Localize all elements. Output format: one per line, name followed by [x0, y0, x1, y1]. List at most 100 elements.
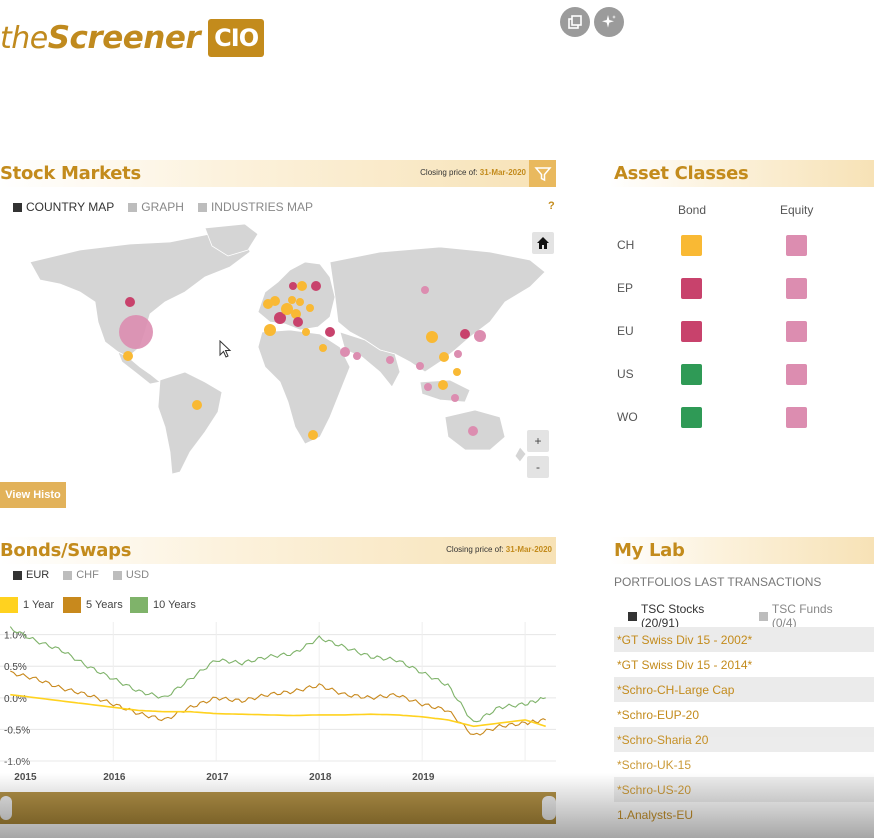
legend-10-years[interactable]: 10 Years [130, 597, 196, 613]
asset-cell-ch-bond[interactable] [681, 235, 702, 256]
legend-swatch [63, 597, 81, 613]
bonds-swaps-title: Bonds/Swaps [0, 540, 132, 561]
closing-label: Closing price of: [420, 168, 478, 177]
filter-button[interactable] [529, 160, 556, 187]
y-tick-label: 0.5% [4, 662, 27, 673]
lab-portfolio-item[interactable]: *Schro-US-20 [614, 777, 874, 802]
stock-markets-header: Stock Markets Closing price of: 31-Mar-2… [0, 160, 556, 187]
lab-item-label: 1.Analysts-EU [617, 807, 694, 822]
tab-marker [63, 570, 73, 580]
map-tabs: COUNTRY MAP GRAPH INDUSTRIES MAP [13, 200, 327, 214]
help-icon[interactable]: ? [548, 200, 555, 212]
asset-row-label: WO [617, 410, 638, 424]
tab-country-map[interactable]: COUNTRY MAP [13, 200, 114, 214]
bonds-swaps-header: Bonds/Swaps Closing price of: 31-Mar-202… [0, 537, 556, 564]
my-lab-header: My Lab [610, 537, 874, 564]
tab-label: GRAPH [141, 200, 184, 214]
lab-portfolio-item[interactable]: *GT Swiss Div 15 - 2002* [614, 627, 874, 652]
lab-portfolio-item[interactable]: *GT Swiss Div 15 - 2014* [614, 652, 874, 677]
tab-tsc-funds[interactable]: TSC Funds (0/4) [758, 602, 860, 630]
sparkle-icon[interactable] [594, 7, 624, 37]
logo-text-screener: Screener [47, 20, 201, 56]
lab-item-label: *GT Swiss Div 15 - 2014* [617, 657, 753, 672]
asset-classes-header: Asset Classes [610, 160, 874, 187]
currency-tabs: EUR CHF USD [13, 569, 163, 581]
view-histo-button[interactable]: View Histo [0, 482, 66, 508]
mouse-cursor-icon [219, 340, 232, 358]
zoom-out-button[interactable]: - [527, 456, 549, 478]
x-tick-label: 2018 [309, 772, 332, 783]
x-tick-label: 2017 [206, 772, 229, 783]
tab-label: TSC Funds (0/4) [771, 602, 833, 630]
chart-navigator[interactable] [0, 792, 556, 824]
logo: the Screener CIO [0, 14, 265, 62]
tab-marker [197, 202, 207, 212]
zoom-in-button[interactable]: + [527, 430, 549, 452]
asset-cell-wo-equity[interactable] [786, 407, 807, 428]
open-external-icon[interactable] [560, 7, 590, 37]
chart-grid [0, 622, 556, 762]
lab-item-label: *GT Swiss Div 15 - 2002* [617, 632, 753, 647]
map-home-button[interactable] [532, 232, 554, 254]
x-tick-label: 2019 [412, 772, 435, 783]
asset-cell-ep-bond[interactable] [681, 278, 702, 299]
asset-cell-eu-bond[interactable] [681, 321, 702, 342]
tab-eur[interactable]: EUR [13, 569, 49, 581]
asset-col-bond: Bond [678, 203, 707, 217]
y-tick-label: -0.5% [4, 725, 30, 736]
asset-cell-eu-equity[interactable] [786, 321, 807, 342]
tab-tsc-stocks[interactable]: TSC Stocks (20/91) [628, 602, 745, 630]
stock-markets-closing: Closing price of: 31-Mar-2020 [420, 168, 526, 177]
tab-marker [758, 611, 768, 621]
navigator-handle-right[interactable] [542, 796, 556, 820]
chart-lines [9, 626, 546, 736]
lab-portfolio-item[interactable]: *Schro-Sharia 20 [614, 727, 874, 752]
lab-portfolio-item[interactable]: *Schro-UK-15 [614, 752, 874, 777]
legend-swatch [0, 597, 18, 613]
tab-marker [628, 611, 637, 621]
asset-classes-title: Asset Classes [614, 163, 749, 184]
lab-portfolio-item[interactable]: *Schro-CH-Large Cap [614, 677, 874, 702]
tab-label: USD [125, 569, 150, 581]
tab-chf[interactable]: CHF [63, 569, 99, 581]
lab-item-label: *Schro-UK-15 [617, 757, 692, 772]
tab-label: COUNTRY MAP [26, 200, 115, 214]
africa [257, 329, 351, 445]
closing-label: Closing price of: [446, 545, 504, 554]
tab-marker [112, 570, 122, 580]
lab-portfolio-item[interactable]: *Schro-EUP-20 [614, 702, 874, 727]
asset-row-label: EP [617, 281, 634, 295]
my-lab-subtitle: PORTFOLIOS LAST TRANSACTIONS [614, 575, 822, 589]
legend-5-years[interactable]: 5 Years [63, 597, 123, 613]
tab-usd[interactable]: USD [112, 569, 150, 581]
home-icon [537, 237, 549, 249]
legend-swatch [130, 597, 148, 613]
asset-cell-ch-equity[interactable] [786, 235, 807, 256]
closing-date: 31-Mar-2020 [479, 168, 526, 177]
asset-row-label: EU [617, 324, 634, 338]
asset-cell-ep-equity[interactable] [786, 278, 807, 299]
tab-label: CHF [76, 569, 99, 581]
new-zealand [514, 446, 527, 463]
asset-cell-us-equity[interactable] [786, 364, 807, 385]
world-map[interactable]: + - [0, 222, 556, 484]
bond-yield-chart[interactable]: 1.0%0.5%0.0%-0.5%-1.0% 2015 2016 2017 2018 2… [0, 616, 556, 786]
tab-industries-map[interactable]: INDUSTRIES MAP [197, 200, 313, 214]
legend-1-year[interactable]: 1 Year [0, 597, 54, 613]
lab-item-label: *Schro-EUP-20 [617, 707, 700, 722]
asset-cell-us-bond[interactable] [681, 364, 702, 385]
lab-tabs: TSC Stocks (20/91) TSC Funds (0/4) [628, 602, 874, 630]
chart-y-ticks: 1.0%0.5%0.0%-0.5%-1.0% [4, 631, 30, 768]
tab-marker [128, 202, 138, 212]
lab-item-label: *Schro-CH-Large Cap [617, 682, 735, 697]
navigator-handle-left[interactable] [0, 796, 12, 820]
asset-cell-wo-bond[interactable] [681, 407, 702, 428]
my-lab-title: My Lab [614, 540, 685, 561]
lab-item-label: *Schro-US-20 [617, 782, 692, 797]
stock-markets-title: Stock Markets [0, 163, 141, 184]
logo-text-the: the [0, 20, 48, 56]
asset-row-label: US [617, 367, 634, 381]
chart-x-ticks: 2015 2016 2017 2018 2019 [14, 772, 435, 783]
lab-portfolio-item[interactable]: 1.Analysts-EU [614, 802, 874, 827]
tab-graph[interactable]: GRAPH [128, 200, 184, 214]
